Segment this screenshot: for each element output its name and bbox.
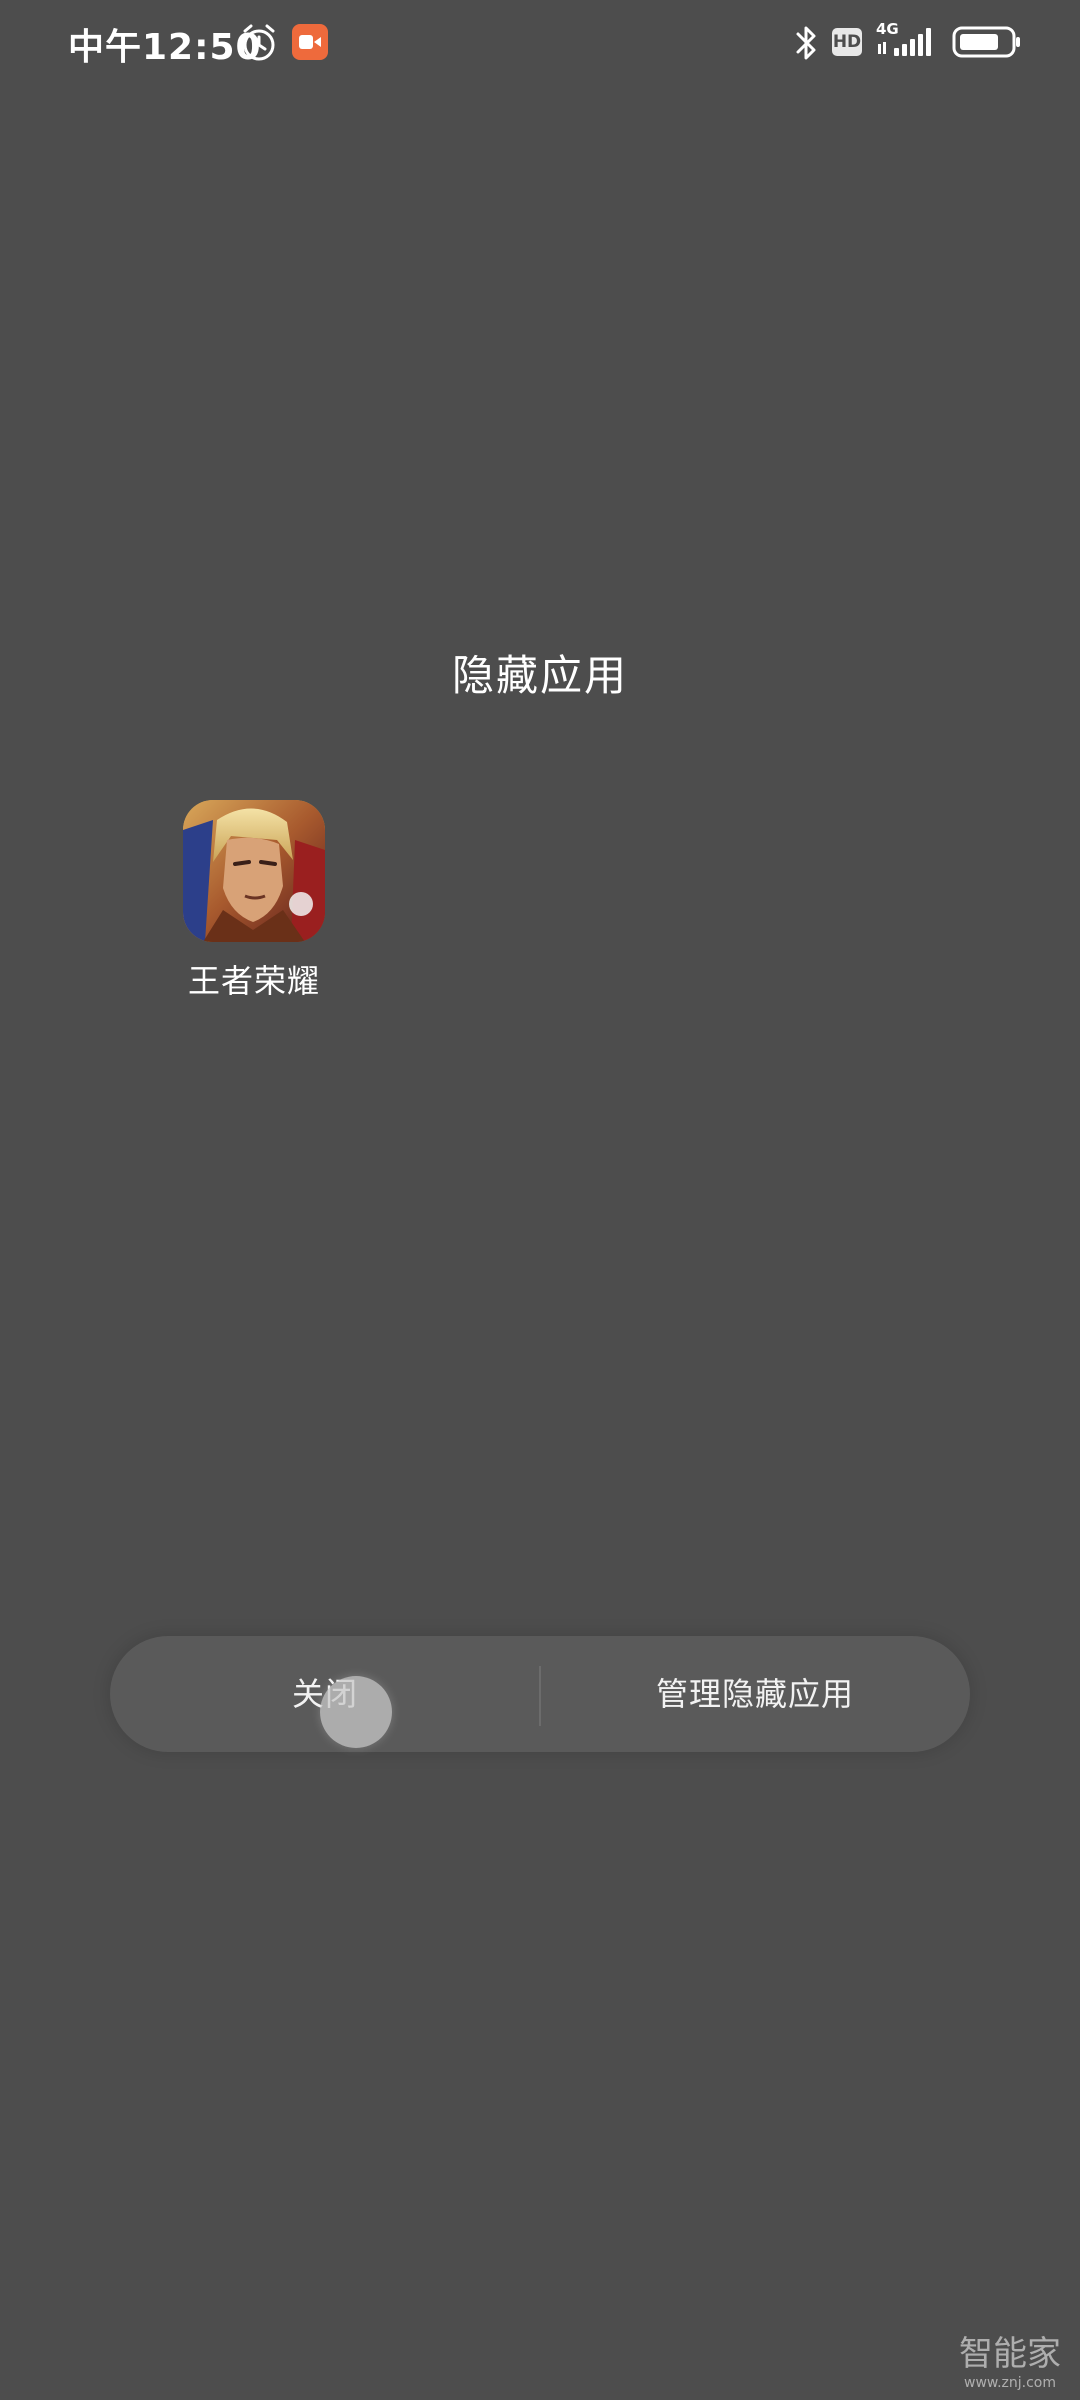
manage-hidden-apps-button[interactable]: 管理隐藏应用 bbox=[540, 1636, 970, 1752]
watermark-logo: 智能家 bbox=[959, 2334, 1061, 2374]
status-bar: 中午12:50 HD 4G bbox=[0, 0, 1080, 84]
hidden-apps-title: 隐藏应用 bbox=[451, 651, 628, 700]
status-time: 中午12:50 bbox=[68, 27, 262, 68]
hd-icon: HD bbox=[832, 28, 862, 56]
signal-icon: 4G bbox=[876, 20, 940, 60]
alarm-icon bbox=[238, 22, 280, 64]
watermark-url: www.znj.com bbox=[964, 2375, 1056, 2391]
watermark: 智能家 www.znj.com bbox=[950, 2334, 1070, 2392]
screen-record-icon bbox=[292, 24, 328, 60]
action-bar: 关闭 管理隐藏应用 bbox=[110, 1636, 970, 1752]
touch-indicator bbox=[320, 1676, 392, 1748]
battery-icon bbox=[952, 26, 1022, 58]
app-label: 王者荣耀 bbox=[187, 962, 320, 1000]
honor-of-kings-icon[interactable] bbox=[183, 800, 325, 942]
bluetooth-icon bbox=[790, 22, 822, 64]
